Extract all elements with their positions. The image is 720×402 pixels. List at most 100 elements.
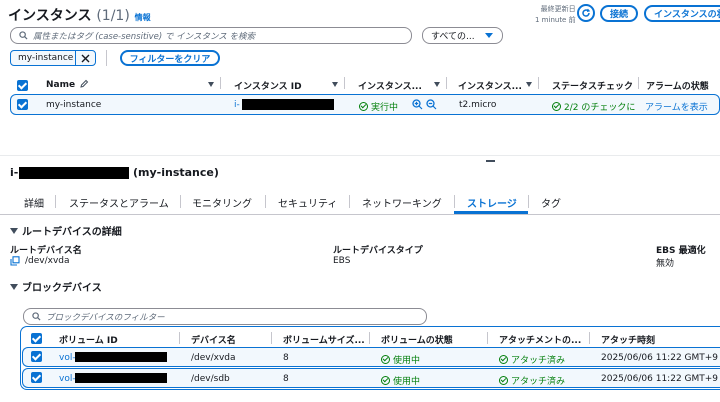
page-title-text: インスタンス — [8, 8, 92, 24]
view-alarms-link[interactable]: アラームを表示 — [645, 100, 708, 113]
root-device-name-value: /dev/xvda — [25, 256, 70, 266]
table-row[interactable]: my-instance i- 実行中 t2.micro 2/2 のチェックに ア… — [10, 94, 720, 115]
check-circle-icon — [499, 376, 508, 385]
tab-networking[interactable]: ネットワーキング — [362, 195, 442, 210]
zoom-out-icon[interactable] — [426, 99, 437, 110]
root-device-type-value: EBS — [333, 256, 351, 266]
sort-icon[interactable] — [208, 82, 214, 87]
volume-state-text: 使用中 — [393, 356, 421, 366]
sort-icon[interactable] — [434, 82, 440, 87]
tab-separator — [454, 195, 455, 208]
column-separator — [638, 77, 639, 89]
attach-time: 2025/06/06 11:22 GMT+9 — [601, 374, 719, 384]
column-separator — [179, 332, 180, 344]
column-alarm-status[interactable]: アラームの状態 — [646, 79, 709, 92]
details-title: i- — [10, 166, 18, 179]
status-check-badge: 2/2 のチェックに — [552, 100, 636, 113]
attachment-status-text: アタッチ済み — [511, 356, 566, 366]
info-link[interactable]: 情報 — [135, 13, 151, 22]
table-row[interactable]: vol- /dev/xvda 8 使用中 アタッチ済み 2025/06/06 1… — [22, 347, 720, 367]
tab-tags[interactable]: タグ — [541, 195, 561, 210]
column-instance-state[interactable]: インスタンス... — [358, 79, 422, 92]
volume-id-link[interactable]: vol- — [59, 353, 76, 363]
instance-id-link[interactable]: i- — [234, 100, 240, 110]
filter-select[interactable]: すべての... — [422, 27, 503, 44]
table-row[interactable]: vol- /dev/sdb 8 使用中 アタッチ済み 2025/06/06 11… — [22, 368, 720, 388]
row-checkbox[interactable] — [31, 372, 42, 383]
column-separator — [446, 77, 447, 89]
copy-icon[interactable] — [10, 256, 20, 266]
instance-state-text: 実行中 — [371, 103, 399, 113]
tab-security[interactable]: セキュリティ — [278, 195, 337, 210]
volume-state-badge: 使用中 — [381, 374, 420, 387]
column-name[interactable]: Name — [46, 79, 89, 90]
resize-handle[interactable] — [486, 160, 495, 162]
row-checkbox[interactable] — [17, 99, 28, 110]
instances-table: Name インスタンス ID インスタンス... インスタンス... ステータス… — [10, 73, 720, 117]
filter-token-label: my-instance — [18, 53, 74, 63]
instance-id-prefix: i- — [234, 100, 240, 110]
filter-token-remove[interactable] — [76, 54, 95, 63]
refresh-button[interactable] — [577, 4, 595, 22]
search-placeholder: 属性またはタグ (case-sensitive) で インスタンス を検索 — [33, 31, 255, 42]
root-device-section-toggle[interactable]: ルートデバイスの詳細 — [10, 223, 122, 238]
block-device-filter-input[interactable]: ブロックデバイスのフィルター — [23, 308, 427, 325]
tab-bar-border — [0, 214, 720, 215]
sort-icon[interactable] — [526, 82, 532, 87]
check-circle-icon — [552, 102, 561, 111]
instance-state-button[interactable]: インスタンスの状 — [644, 5, 720, 22]
sort-icon[interactable] — [332, 82, 338, 87]
row-checkbox[interactable] — [31, 351, 42, 362]
refresh-icon — [582, 8, 591, 17]
select-all-volumes-checkbox[interactable] — [31, 333, 42, 344]
check-circle-icon — [381, 376, 390, 385]
column-volume-id[interactable]: ボリューム ID — [59, 333, 118, 346]
tab-monitoring[interactable]: モニタリング — [192, 195, 252, 210]
tab-separator — [180, 195, 181, 208]
attachment-status-badge: アタッチ済み — [499, 374, 565, 387]
column-name-label: Name — [46, 80, 76, 90]
clear-filters-button[interactable]: フィルターをクリア — [120, 50, 220, 66]
block-device-table: ボリューム ID デバイス名 ボリュームサイズ... ボリュームの状態 アタッチ… — [20, 326, 720, 390]
divider — [106, 50, 107, 66]
volume-id-link[interactable]: vol- — [59, 374, 76, 384]
zoom-in-icon[interactable] — [412, 99, 423, 110]
volume-size: 8 — [283, 374, 289, 384]
column-volume-state[interactable]: ボリュームの状態 — [381, 333, 453, 346]
search-input[interactable]: 属性またはタグ (case-sensitive) で インスタンス を検索 — [10, 27, 412, 44]
selection-count: (1/1) — [96, 8, 130, 24]
block-device-section-toggle[interactable]: ブロックデバイス — [10, 279, 102, 294]
column-separator — [369, 332, 370, 344]
device-name: /dev/xvda — [191, 353, 236, 363]
details-title-suffix: (my-instance) — [133, 166, 219, 179]
redacted-volume-id — [75, 352, 167, 362]
ebs-optimized-value: 無効 — [656, 259, 675, 269]
column-attachment-status[interactable]: アタッチメントの... — [499, 333, 581, 346]
tab-separator — [55, 195, 56, 208]
attachment-status-badge: アタッチ済み — [499, 353, 565, 366]
last-updated: 最終更新日 1 minute 前 — [535, 4, 576, 26]
column-instance-type[interactable]: インスタンス... — [458, 79, 522, 92]
column-attach-time[interactable]: アタッチ時刻 — [601, 333, 655, 346]
column-instance-id[interactable]: インスタンス ID — [234, 79, 302, 92]
tab-details[interactable]: 詳細 — [24, 195, 44, 210]
tab-storage[interactable]: ストレージ — [467, 195, 517, 210]
last-updated-label: 最終更新日 — [540, 5, 576, 13]
tab-separator — [349, 195, 350, 208]
select-all-checkbox[interactable] — [17, 80, 28, 91]
column-separator — [538, 77, 539, 89]
column-volume-size[interactable]: ボリュームサイズ... — [283, 333, 365, 346]
tab-status-alarms[interactable]: ステータスとアラーム — [69, 195, 169, 210]
root-device-name-label: ルートデバイス名 — [10, 246, 82, 256]
connect-button[interactable]: 接続 — [600, 5, 638, 22]
check-circle-icon — [381, 355, 390, 364]
column-status-check[interactable]: ステータスチェック — [552, 79, 634, 92]
tab-separator — [528, 195, 529, 208]
status-check-text: 2/2 のチェックに — [564, 103, 636, 113]
column-device-name[interactable]: デバイス名 — [191, 333, 236, 346]
filter-select-value: すべての... — [431, 32, 475, 42]
edit-icon[interactable] — [80, 79, 89, 88]
filter-token: my-instance — [10, 50, 96, 66]
column-separator — [271, 332, 272, 344]
search-icon — [19, 31, 28, 40]
